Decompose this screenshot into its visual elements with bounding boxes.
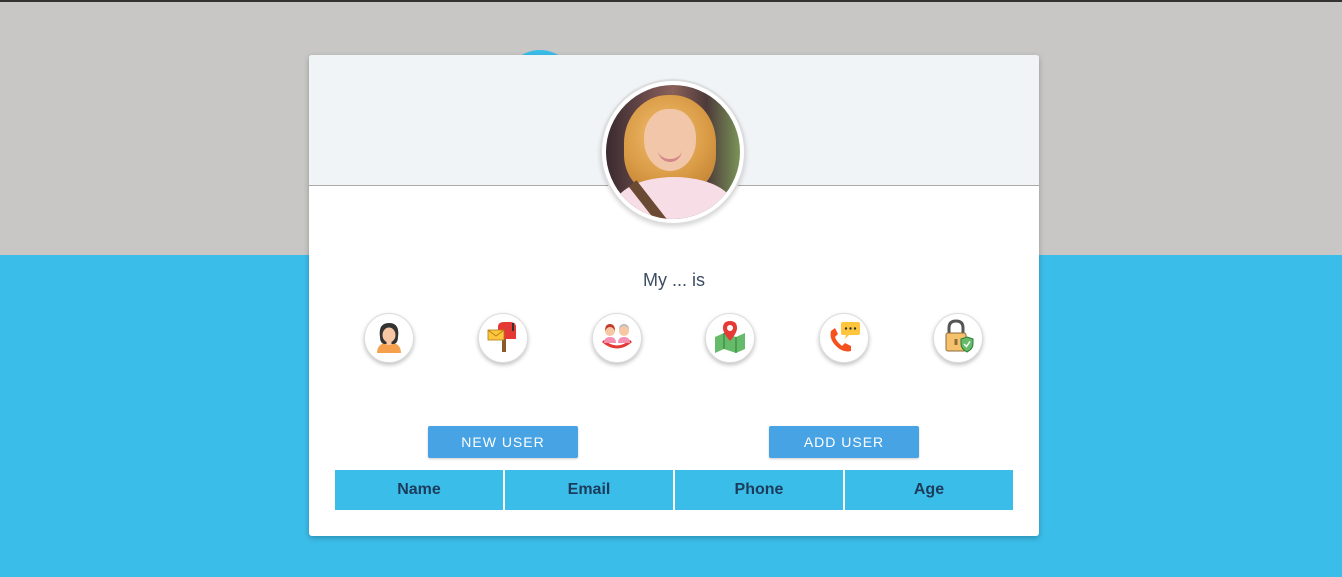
column-header-email: Email — [505, 470, 673, 510]
age-attribute-button[interactable] — [592, 313, 642, 363]
info-prompt: My ... is — [643, 270, 705, 290]
add-user-button[interactable]: ADD USER — [769, 426, 919, 458]
map-icon — [713, 319, 747, 358]
email-attribute-button[interactable] — [478, 313, 528, 363]
name-attribute-button[interactable] — [364, 313, 414, 363]
address-attribute-button[interactable] — [705, 313, 755, 363]
woman-icon — [372, 319, 406, 358]
password-attribute-button[interactable] — [933, 313, 983, 363]
phone-icon — [827, 319, 861, 358]
lock-icon — [941, 318, 975, 358]
avatar — [600, 79, 746, 225]
column-header-age: Age — [845, 470, 1013, 510]
people-icon — [600, 319, 634, 358]
column-header-phone: Phone — [675, 470, 843, 510]
mailbox-icon — [486, 319, 520, 358]
phone-attribute-button[interactable] — [819, 313, 869, 363]
column-header-name: Name — [335, 470, 503, 510]
user-photo — [606, 85, 740, 219]
new-user-button[interactable]: NEW USER — [428, 426, 578, 458]
users-table-header: Name Email Phone Age — [335, 470, 1013, 510]
user-card: My ... is NEW USER ADD USER Name Email P… — [309, 55, 1039, 536]
